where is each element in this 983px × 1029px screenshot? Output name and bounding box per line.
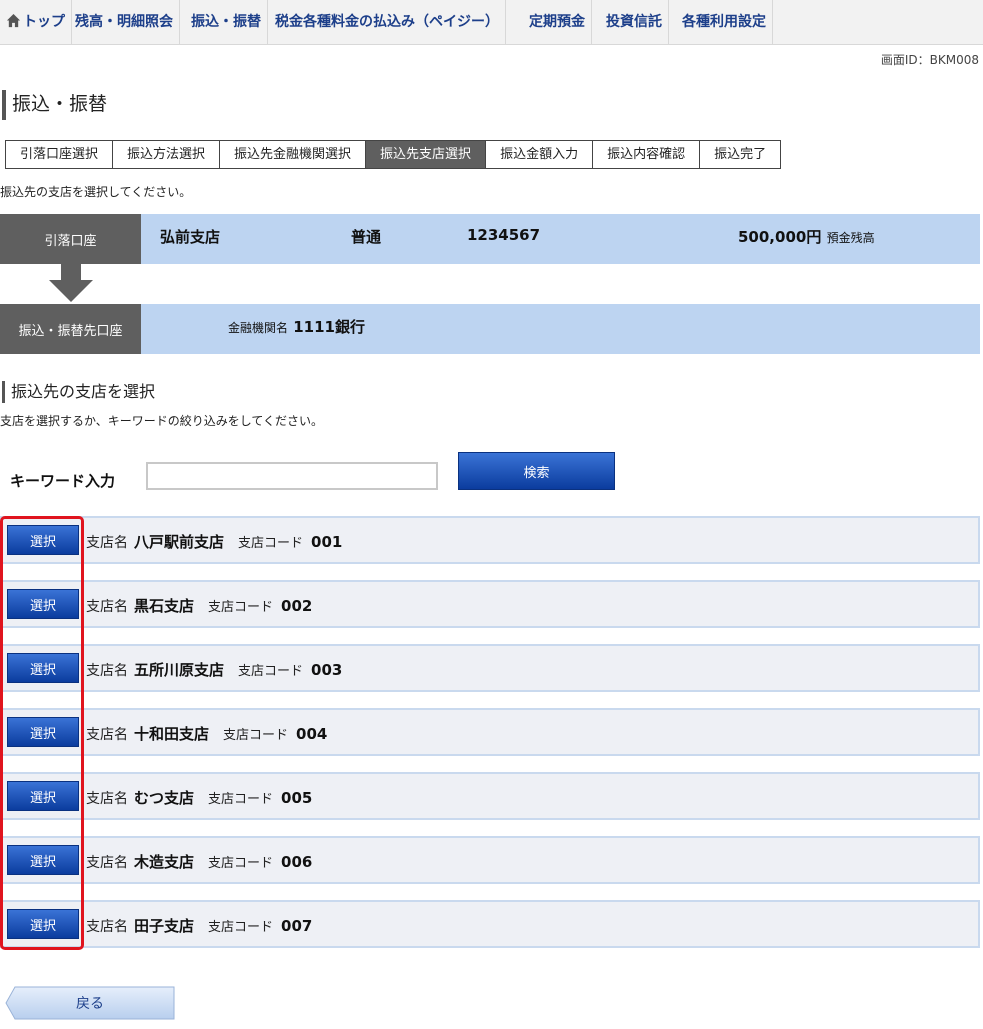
branch-name-label: 支店名 — [86, 727, 128, 743]
step-item: 振込金額入力 — [486, 140, 594, 169]
nav-item-transfer[interactable]: 振込・振替 — [185, 0, 268, 45]
debit-account-type: 普通 — [351, 228, 382, 246]
select-button[interactable]: 選択 — [7, 525, 79, 555]
nav-item-settings[interactable]: 各種利用設定 — [676, 0, 773, 45]
branch-name: むつ支店 — [134, 789, 195, 807]
branch-name: 黒石支店 — [134, 597, 195, 615]
branch-name: 十和田支店 — [134, 725, 210, 743]
branch-row: 選択 支店名 黒石支店 支店コード 002 — [0, 580, 980, 628]
branch-info: 支店名 むつ支店 支店コード 005 — [86, 787, 312, 808]
instruction-text: 振込先の支店を選択してください。 — [0, 185, 192, 199]
branch-name-label: 支店名 — [86, 919, 128, 935]
branch-code: 003 — [311, 661, 343, 679]
global-nav: トップ 残高・明細照会 振込・振替 税金各種料金の払込み（ペイジー） 定期預金 … — [0, 0, 983, 45]
branch-row: 選択 支店名 八戸駅前支店 支店コード 001 — [0, 516, 980, 564]
home-icon — [6, 13, 21, 28]
back-button[interactable]: 戻る — [5, 986, 175, 1020]
branch-info: 支店名 十和田支店 支店コード 004 — [86, 723, 327, 744]
step-item: 振込内容確認 — [593, 140, 701, 169]
branch-info: 支店名 木造支店 支店コード 006 — [86, 851, 312, 872]
debit-balance-value: 500,000円 — [738, 228, 822, 246]
select-button[interactable]: 選択 — [7, 717, 79, 747]
select-button[interactable]: 選択 — [7, 845, 79, 875]
nav-item-time-deposit[interactable]: 定期預金 — [523, 0, 592, 45]
branch-code-label: 支店コード — [208, 600, 274, 615]
arrow-down-icon — [49, 264, 93, 302]
branch-info: 支店名 黒石支店 支店コード 002 — [86, 595, 312, 616]
branch-row: 選択 支店名 田子支店 支店コード 007 — [0, 900, 980, 948]
branch-name: 五所川原支店 — [134, 661, 225, 679]
branch-code-label: 支店コード — [208, 856, 274, 871]
step-indicator: 引落口座選択 振込方法選択 振込先金融機関選択 振込先支店選択 振込金額入力 振… — [5, 140, 782, 169]
bank-name-label: 金融機関名 — [228, 321, 289, 335]
step-item: 振込完了 — [700, 140, 782, 169]
select-button[interactable]: 選択 — [7, 589, 79, 619]
nav-item-top[interactable]: トップ — [0, 0, 72, 45]
nav-item-top-label: トップ — [23, 14, 65, 30]
branch-row: 選択 支店名 五所川原支店 支店コード 003 — [0, 644, 980, 692]
branch-name-label: 支店名 — [86, 663, 128, 679]
search-button[interactable]: 検索 — [458, 452, 615, 490]
screen-id: 画面ID：BKM008 — [880, 53, 979, 67]
nav-item-investment-trust[interactable]: 投資信託 — [600, 0, 669, 45]
branch-name-label: 支店名 — [86, 535, 128, 551]
debit-balance: 500,000円 預金残高 — [738, 226, 875, 247]
branch-name: 田子支店 — [134, 917, 195, 935]
bank-name: 金融機関名 1111銀行 — [228, 316, 365, 337]
branch-code: 001 — [311, 533, 343, 551]
branch-name: 八戸駅前支店 — [134, 533, 225, 551]
page-title: 振込・振替 — [2, 90, 107, 120]
branch-row: 選択 支店名 十和田支店 支店コード 004 — [0, 708, 980, 756]
debit-balance-label: 預金残高 — [826, 231, 875, 245]
branch-name-label: 支店名 — [86, 599, 128, 615]
debit-branch: 弘前支店 — [160, 228, 221, 246]
branch-section-instruction: 支店を選択するか、キーワードの絞り込みをしてください。 — [0, 414, 324, 428]
keyword-label: キーワード入力 — [10, 472, 116, 490]
step-item: 振込方法選択 — [113, 140, 221, 169]
step-item: 引落口座選択 — [5, 140, 114, 169]
branch-name: 木造支店 — [134, 853, 195, 871]
branch-name-label: 支店名 — [86, 855, 128, 871]
step-item: 振込先金融機関選択 — [220, 140, 367, 169]
debit-account-panel: 引落口座 弘前支店 普通 1234567 500,000円 預金残高 — [0, 214, 980, 264]
nav-item-payeasy[interactable]: 税金各種料金の払込み（ペイジー） — [269, 0, 506, 45]
branch-info: 支店名 五所川原支店 支店コード 003 — [86, 659, 342, 680]
transfer-account-panel: 振込・振替先口座 金融機関名 1111銀行 — [0, 304, 980, 354]
nav-item-balance[interactable]: 残高・明細照会 — [69, 0, 180, 45]
select-button[interactable]: 選択 — [7, 653, 79, 683]
branch-code-label: 支店コード — [208, 792, 274, 807]
branch-code: 006 — [281, 853, 313, 871]
branch-row: 選択 支店名 木造支店 支店コード 006 — [0, 836, 980, 884]
branch-code: 002 — [281, 597, 313, 615]
select-button[interactable]: 選択 — [7, 781, 79, 811]
bank-name-value: 1111銀行 — [293, 318, 365, 336]
branch-info: 支店名 八戸駅前支店 支店コード 001 — [86, 531, 342, 552]
branch-code-label: 支店コード — [208, 920, 274, 935]
branch-code: 004 — [296, 725, 328, 743]
select-button[interactable]: 選択 — [7, 909, 79, 939]
branch-code-label: 支店コード — [238, 536, 304, 551]
branch-info: 支店名 田子支店 支店コード 007 — [86, 915, 312, 936]
branch-section-title: 振込先の支店を選択 — [2, 381, 155, 403]
branch-row: 選択 支店名 むつ支店 支店コード 005 — [0, 772, 980, 820]
branch-code-label: 支店コード — [223, 728, 289, 743]
branch-name-label: 支店名 — [86, 791, 128, 807]
branch-code-label: 支店コード — [238, 664, 304, 679]
transfer-account-label: 振込・振替先口座 — [0, 304, 141, 354]
branch-code: 007 — [281, 917, 313, 935]
step-item-current: 振込先支店選択 — [366, 140, 487, 169]
keyword-input[interactable] — [146, 462, 438, 490]
back-button-label: 戻る — [76, 996, 104, 1012]
debit-account-label: 引落口座 — [0, 214, 141, 264]
debit-account-number: 1234567 — [467, 226, 541, 244]
branch-code: 005 — [281, 789, 313, 807]
